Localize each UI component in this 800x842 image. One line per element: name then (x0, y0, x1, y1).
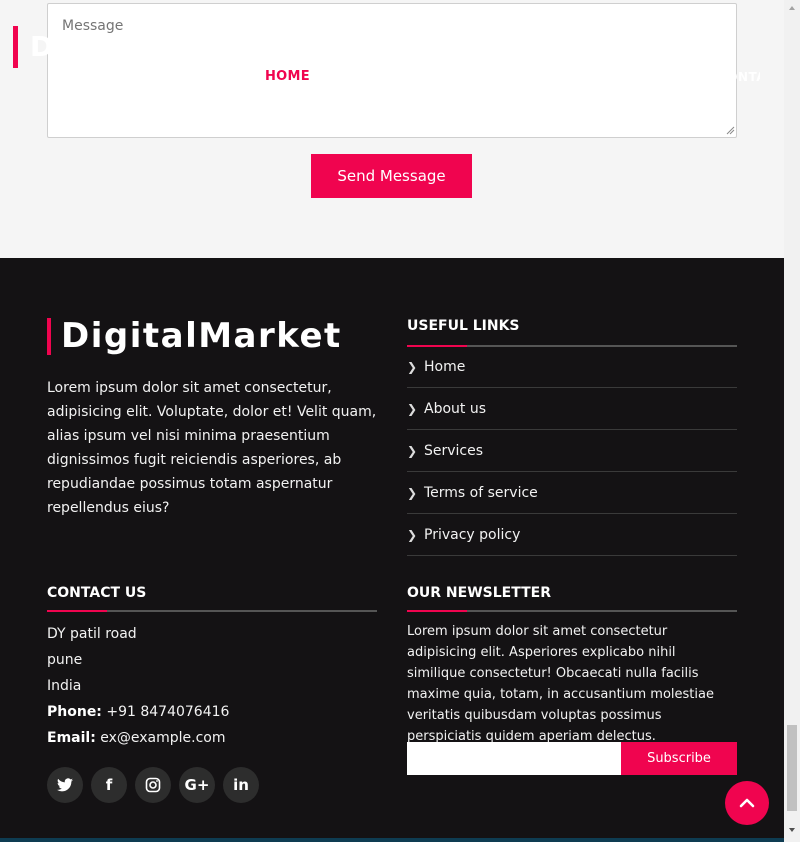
resize-grip-icon[interactable] (726, 126, 735, 135)
chevron-right-icon: ❯ (407, 401, 418, 416)
useful-links-title: USEFUL LINKS (407, 318, 520, 334)
footer: DigitalMarket Lorem ipsum dolor sit amet… (0, 258, 784, 842)
chevron-right-icon: ❯ (407, 359, 418, 374)
contact-us-rule (47, 610, 377, 612)
footer-link-home[interactable]: ❯ Home (407, 346, 737, 388)
address-line-2: pune (47, 652, 83, 668)
nav-link-home[interactable]: HOME (265, 69, 310, 84)
chevron-up-icon (739, 798, 755, 808)
chevron-right-icon: ❯ (407, 527, 418, 542)
nav-link-contact[interactable]: CONTACT (718, 70, 760, 84)
contact-info: DY patil road pune India Phone: +91 8474… (47, 624, 229, 754)
link-label: Privacy policy (424, 526, 521, 543)
facebook-icon[interactable]: f (91, 767, 127, 803)
phone-value: +91 8474076416 (106, 704, 230, 720)
back-to-top-button[interactable] (725, 781, 769, 825)
page-scrollbar[interactable] (784, 0, 800, 842)
useful-links-list: ❯ Home ❯ About us ❯ Services ❯ Terms of serv… (407, 346, 737, 556)
newsletter-text: Lorem ipsum dolor sit amet consectetur a… (407, 624, 714, 744)
scroll-down-arrow-icon[interactable] (788, 826, 796, 834)
newsletter-title: OUR NEWSLETTER (407, 585, 551, 601)
newsletter-email-input[interactable] (407, 742, 621, 775)
linkedin-icon[interactable]: in (223, 767, 259, 803)
navbar-logo[interactable]: D (30, 30, 53, 63)
phone-label: Phone: (47, 704, 102, 720)
footer-link-about[interactable]: ❯ About us (407, 388, 737, 430)
email-line: Email: ex@example.com (47, 728, 229, 754)
footer-about-text: Lorem ipsum dolor sit amet consectetur, … (47, 380, 377, 516)
phone-line: Phone: +91 8474076416 (47, 702, 229, 728)
brand-accent-bar (47, 318, 51, 355)
contact-us-title: CONTACT US (47, 585, 147, 601)
google-plus-icon[interactable]: G+ (179, 767, 215, 803)
footer-brand: DigitalMarket (61, 316, 342, 356)
chevron-right-icon: ❯ (407, 443, 418, 458)
bottom-edge-strip (0, 838, 784, 842)
newsletter-rule (407, 610, 737, 612)
send-message-button[interactable]: Send Message (311, 154, 472, 198)
scroll-up-arrow-icon[interactable] (788, 4, 796, 12)
scrollbar-thumb[interactable] (787, 725, 797, 811)
contact-section: Send Message (0, 0, 784, 258)
link-label: Home (424, 358, 466, 375)
link-label: Services (424, 442, 484, 459)
link-label: About us (424, 400, 487, 417)
footer-link-privacy[interactable]: ❯ Privacy policy (407, 514, 737, 556)
social-links: f G+ in (47, 767, 259, 803)
email-label: Email: (47, 730, 96, 746)
subscribe-button[interactable]: Subscribe (621, 742, 737, 775)
message-textarea[interactable] (47, 3, 737, 138)
link-label: Terms of service (424, 484, 538, 501)
instagram-icon[interactable] (135, 767, 171, 803)
twitter-icon[interactable] (47, 767, 83, 803)
footer-link-terms[interactable]: ❯ Terms of service (407, 472, 737, 514)
chevron-right-icon: ❯ (407, 485, 418, 500)
address-line-1: DY patil road (47, 626, 137, 642)
navbar-logo-accent (13, 26, 18, 68)
footer-link-services[interactable]: ❯ Services (407, 430, 737, 472)
email-value: ex@example.com (100, 730, 226, 746)
address-line-3: India (47, 678, 82, 694)
